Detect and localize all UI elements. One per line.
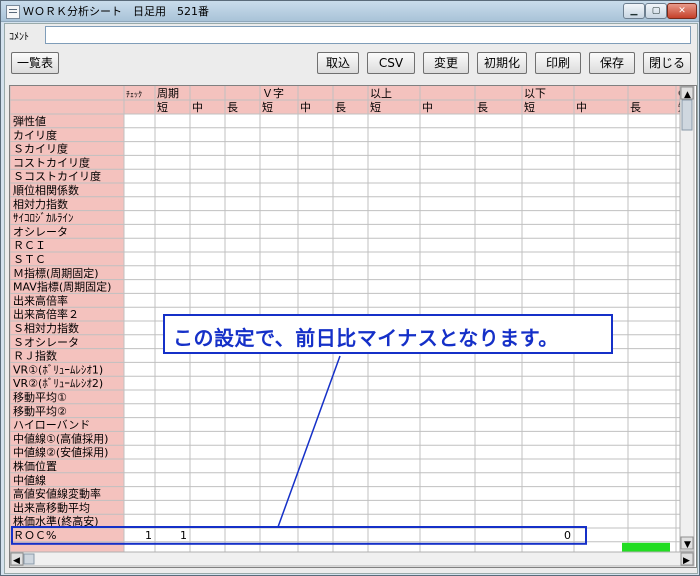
row-label: Ｓカイリ度 — [13, 142, 68, 156]
column-header-3: Ｖ字 — [262, 86, 284, 100]
row-label: ｻｲｺﾛｼﾞｶﾙﾗｲﾝ — [13, 212, 74, 225]
row-label: MAV指標(周期固定) — [13, 280, 111, 294]
column-subheader: 長 — [477, 101, 488, 114]
column-subheader: 短 — [370, 100, 381, 114]
minimize-button[interactable]: ▁ — [623, 3, 645, 19]
horizontal-scrollbar[interactable] — [10, 551, 695, 567]
row-label: カイリ度 — [13, 128, 57, 142]
row-label: 出来高倍率２ — [13, 307, 79, 321]
row-label: 順位相関係数 — [13, 183, 79, 197]
roc-period-short-value[interactable]: 1 — [180, 529, 187, 542]
column-header-5: 以下 — [524, 87, 546, 100]
row-label: 株価位置 — [13, 459, 57, 473]
column-subheader: 中 — [422, 101, 433, 114]
import-button[interactable]: 取込 — [317, 52, 359, 74]
row-label: 高値安値線変動率 — [13, 487, 101, 501]
callout-annotation: この設定で、前日比マイナスとなります。 — [163, 314, 613, 354]
app-icon — [6, 5, 20, 19]
row-label: Ｍ指標(周期固定) — [13, 266, 99, 280]
list-button[interactable]: 一覧表 — [11, 52, 59, 74]
column-subheader: 中 — [300, 101, 311, 114]
print-button[interactable]: 印刷 — [535, 52, 581, 74]
row-label: ＳＴＣ — [13, 253, 46, 266]
row-label: Ｓ相対力指数 — [13, 321, 79, 335]
app-window: ＷＯＲＫ分析シート 日足用 521番 ▁ ▢ ✕ ｺﾒﾝﾄ 一覧表 取込 CSV… — [0, 0, 700, 576]
vertical-scroll-thumb[interactable] — [681, 99, 693, 131]
scroll-left-arrow-icon: ◀ — [13, 556, 20, 566]
roc-above-short-value[interactable]: 0 — [564, 529, 571, 542]
scroll-up-arrow-icon: ▲ — [684, 90, 691, 100]
row-label: ＲＯＣ% — [13, 529, 56, 542]
column-subheader: 長 — [630, 101, 641, 114]
row-label: 相対力指数 — [13, 197, 68, 211]
column-subheader: 短 — [262, 100, 273, 114]
callout-text: この設定で、前日比マイナスとなります。 — [173, 326, 559, 350]
close-button[interactable]: 閉じる — [643, 52, 691, 74]
row-label: 移動平均② — [13, 404, 67, 418]
row-label: ＲＪ指数 — [13, 349, 57, 363]
scroll-right-arrow-icon: ▶ — [683, 556, 690, 566]
scroll-down-arrow-icon: ▼ — [684, 540, 691, 550]
row-label: 中値線 — [13, 473, 46, 487]
column-header-1: ﾁｪｯｸ — [126, 90, 142, 99]
column-header-4: 以上 — [370, 87, 392, 100]
row-label: コストカイリ度 — [13, 155, 90, 169]
row-label: 出来高倍率 — [13, 293, 68, 307]
row-label: 移動平均① — [13, 390, 67, 404]
column-subheader: 中 — [192, 101, 203, 114]
row-label: 出来高移動平均 — [13, 500, 90, 514]
column-subheader: 短 — [524, 100, 535, 114]
column-subheader: 短 — [157, 100, 168, 114]
initialize-button[interactable]: 初期化 — [477, 52, 527, 74]
column-subheader: 長 — [335, 101, 346, 114]
vertical-scrollbar[interactable] — [679, 86, 695, 552]
maximize-button[interactable]: ▢ — [645, 3, 667, 19]
row-label: 中値線②(安値採用) — [13, 445, 108, 459]
title-bar[interactable]: ＷＯＲＫ分析シート 日足用 521番 ▁ ▢ ✕ — [1, 1, 699, 22]
client-area: ｺﾒﾝﾄ 一覧表 取込 CSV 変更 初期化 印刷 保存 閉じる ﾁｪｯｸ 周期 Ｖ… — [4, 23, 698, 574]
csv-button[interactable]: CSV — [367, 52, 415, 74]
row-label: オシレータ — [13, 225, 68, 238]
window-title: ＷＯＲＫ分析シート 日足用 521番 — [23, 5, 209, 18]
row-label: ハイローバンド — [13, 419, 90, 432]
row-label: 中値線①(高値採用) — [13, 431, 108, 445]
change-button[interactable]: 変更 — [423, 52, 469, 74]
column-header-2: 周期 — [157, 87, 179, 100]
row-label: Ｓオシレータ — [13, 336, 79, 349]
comment-label: ｺﾒﾝﾄ — [9, 32, 29, 43]
row-label: VR①(ﾎﾞﾘｭｰﾑﾚｼｵ1) — [13, 363, 103, 376]
close-window-button[interactable]: ✕ — [667, 3, 697, 19]
column-subheader: 長 — [227, 101, 238, 114]
row-label: Ｓコストカイリ度 — [13, 169, 101, 183]
row-label: ＲＣＩ — [13, 239, 46, 252]
column-subheader: 中 — [576, 101, 587, 114]
row-label: VR②(ﾎﾞﾘｭｰﾑﾚｼｵ2) — [13, 377, 103, 390]
comment-input[interactable] — [45, 26, 691, 44]
horizontal-scroll-thumb[interactable] — [23, 553, 35, 565]
roc-check-value[interactable]: 1 — [145, 529, 152, 542]
row-label: 弾性値 — [13, 114, 46, 128]
save-button[interactable]: 保存 — [589, 52, 635, 74]
